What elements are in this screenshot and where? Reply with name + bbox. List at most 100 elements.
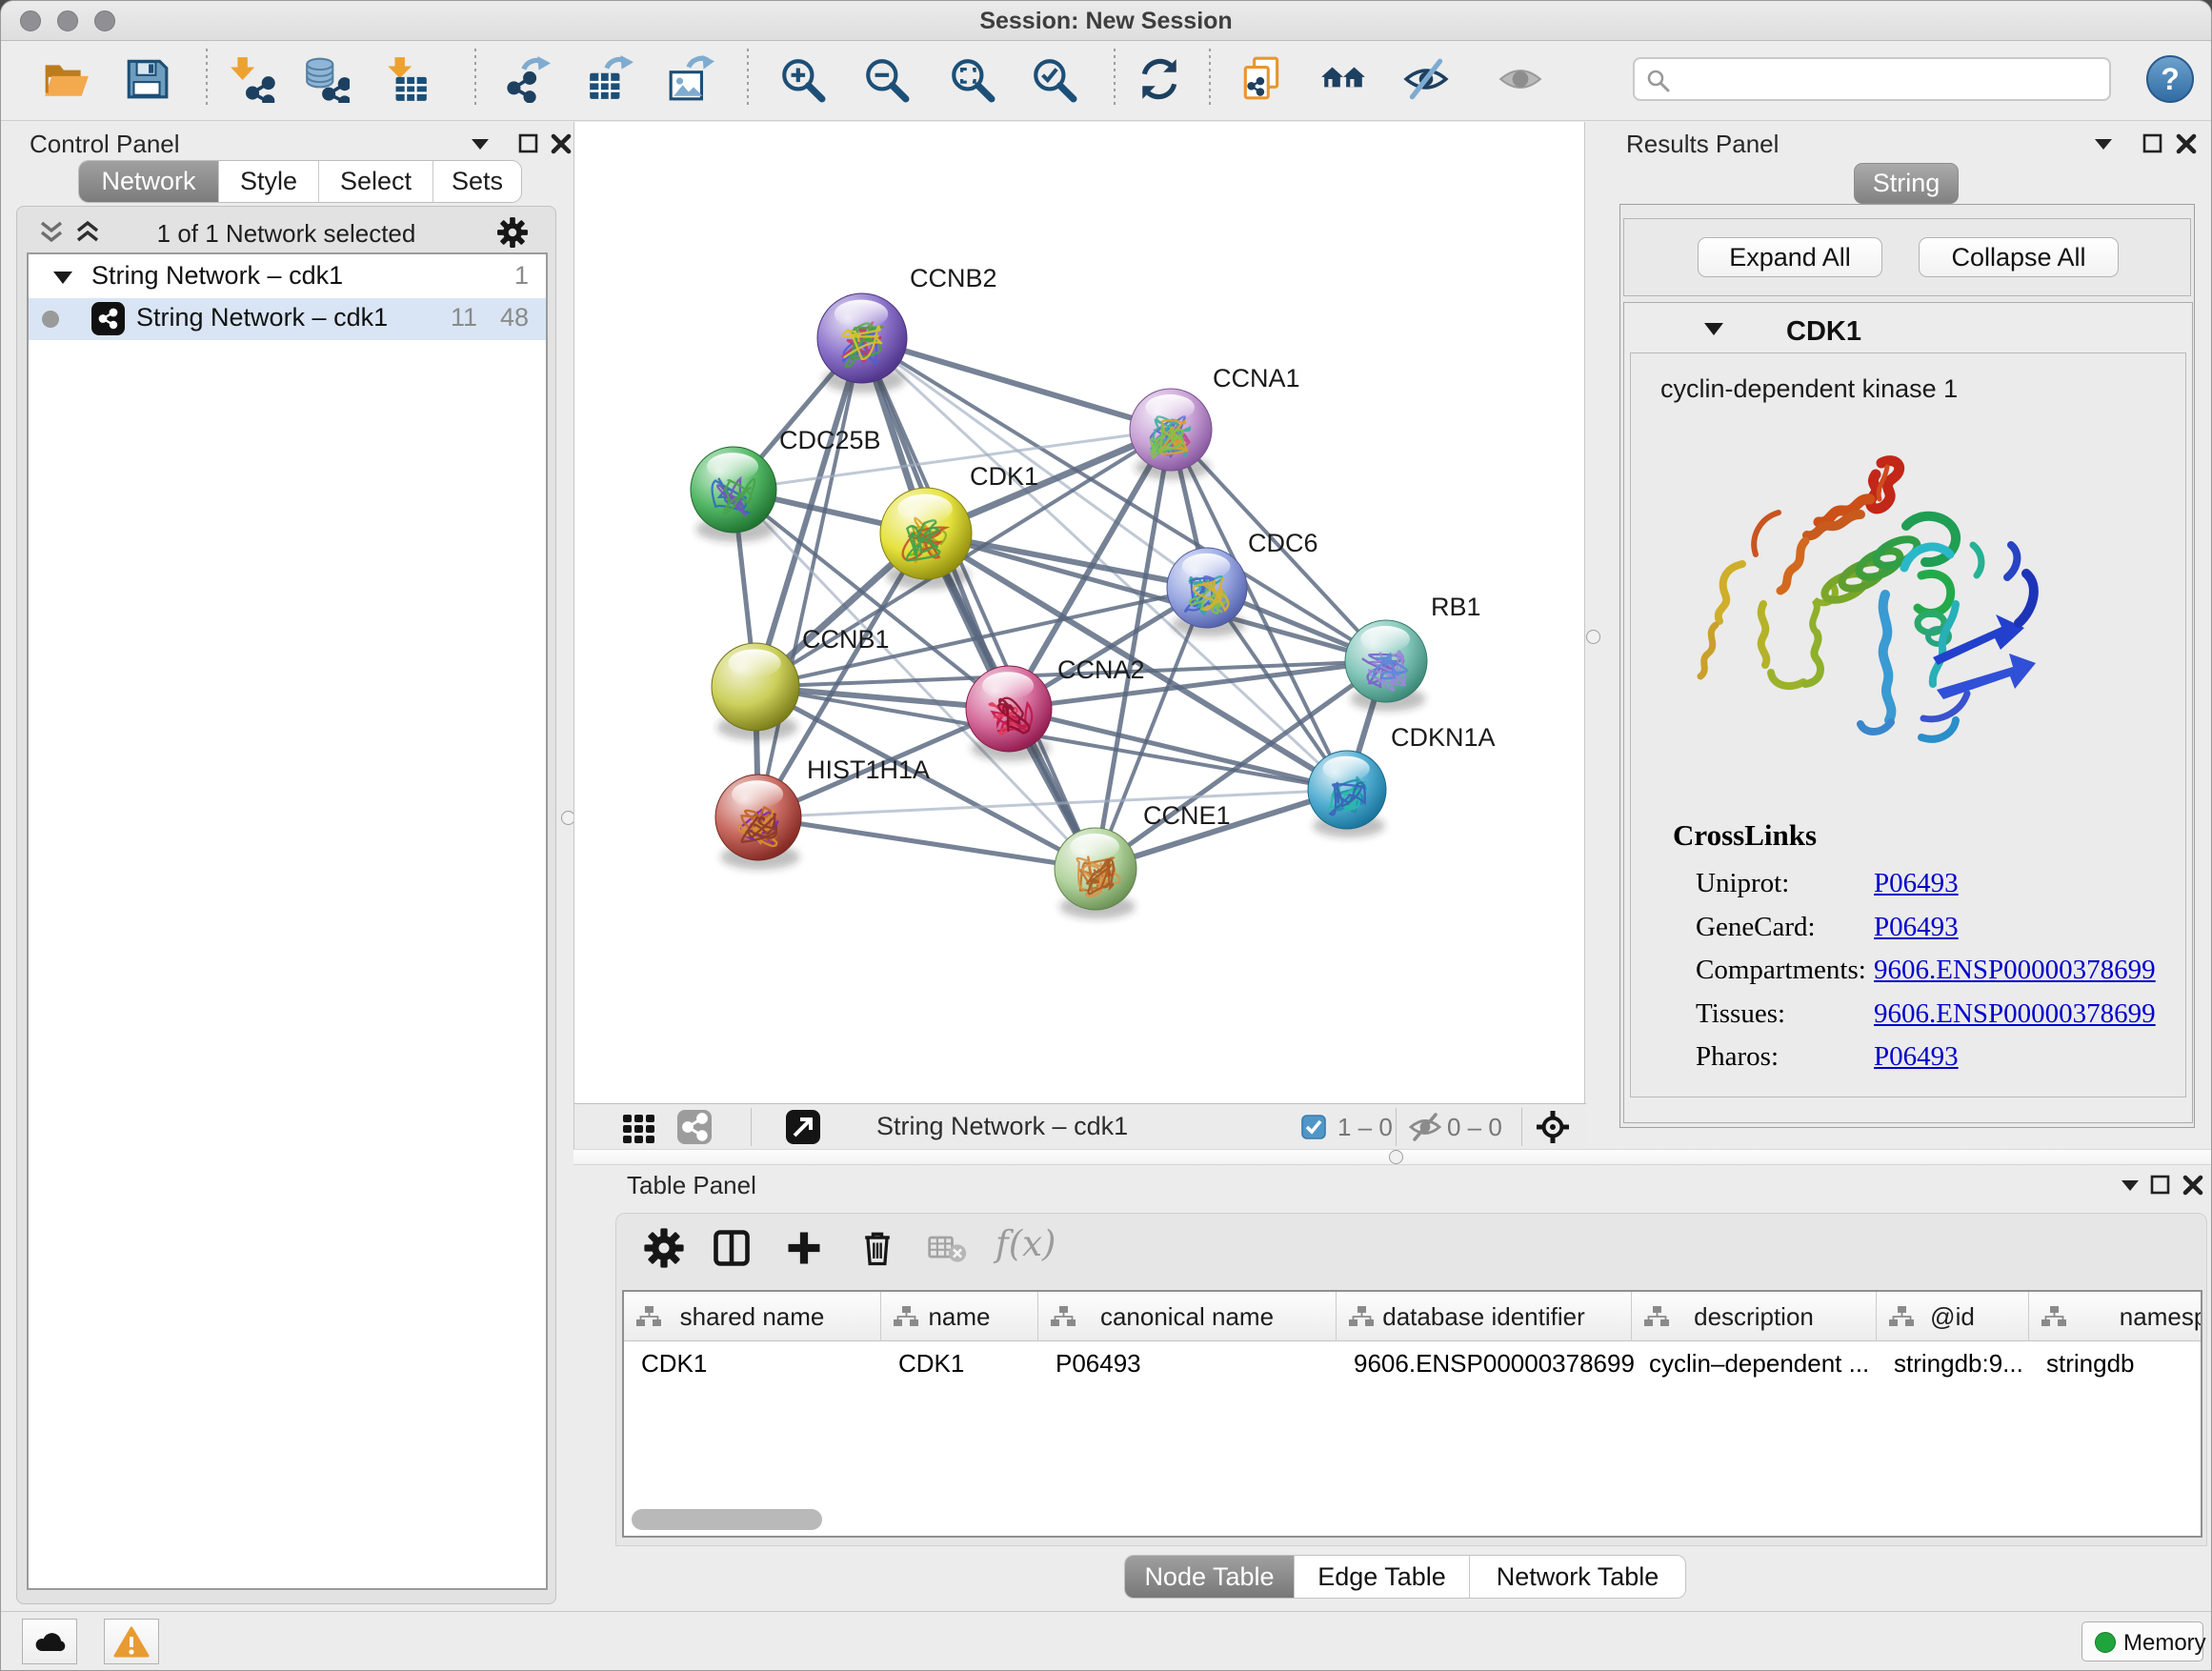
results-panel-close-icon[interactable] xyxy=(2174,131,2199,156)
edge-CCNB2-CCNA1[interactable] xyxy=(862,338,1171,430)
table-cell[interactable]: CDK1 xyxy=(898,1349,1036,1379)
first-neighbors-icon[interactable] xyxy=(1319,55,1367,103)
column-header-shared-name[interactable]: shared name xyxy=(624,1292,881,1341)
selected-checkbox-icon[interactable] xyxy=(1301,1115,1326,1139)
column-header-name[interactable]: name xyxy=(881,1292,1038,1341)
column-header-canonical-name[interactable]: canonical name xyxy=(1038,1292,1337,1341)
crosslink-link[interactable]: P06493 xyxy=(1874,912,1959,943)
gene-section-header[interactable]: CDK1 xyxy=(1624,303,2192,351)
clone-network-icon[interactable] xyxy=(1238,55,1286,103)
grid-view-icon[interactable] xyxy=(621,1109,657,1145)
network-row[interactable]: String Network – cdk1 11 48 xyxy=(29,298,546,340)
import-table-icon[interactable] xyxy=(383,55,431,103)
node-CDC25B[interactable] xyxy=(691,447,776,542)
hide-selected-icon[interactable] xyxy=(1402,55,1450,103)
edge-CCNB2-CCNE1[interactable] xyxy=(862,338,1096,869)
help-icon[interactable]: ? xyxy=(2145,54,2195,104)
column-header--id[interactable]: @id xyxy=(1877,1292,2029,1341)
function-builder-icon[interactable]: f(x) xyxy=(995,1223,1056,1264)
tab-edge-table[interactable]: Edge Table xyxy=(1295,1556,1470,1598)
save-session-icon[interactable] xyxy=(123,55,171,103)
delete-column-icon[interactable] xyxy=(856,1227,898,1269)
column-header-description[interactable]: description xyxy=(1632,1292,1877,1341)
export-network-icon[interactable] xyxy=(504,55,552,103)
tab-network[interactable]: Network xyxy=(79,161,219,202)
table-cell[interactable]: CDK1 xyxy=(641,1349,879,1379)
table-cell[interactable]: stringdb xyxy=(2046,1349,2202,1379)
crosslink-link[interactable]: P06493 xyxy=(1874,868,1959,899)
horizontal-splitter[interactable] xyxy=(573,1149,2212,1165)
zoom-selected-icon[interactable] xyxy=(1030,55,1077,103)
node-CCNE1[interactable] xyxy=(1055,828,1136,918)
control-panel-menu-icon[interactable] xyxy=(468,131,493,156)
node-RB1[interactable] xyxy=(1345,620,1427,711)
export-table-icon[interactable] xyxy=(586,55,633,103)
cloud-button[interactable] xyxy=(22,1619,77,1664)
zoom-in-icon[interactable] xyxy=(778,55,826,103)
tab-select[interactable]: Select xyxy=(319,161,433,202)
control-panel-float-icon[interactable] xyxy=(516,131,541,156)
refresh-icon[interactable] xyxy=(1136,55,1183,103)
open-file-icon[interactable] xyxy=(42,55,90,103)
delete-table-icon[interactable] xyxy=(926,1227,968,1269)
tab-network-table[interactable]: Network Table xyxy=(1470,1556,1685,1598)
network-canvas[interactable]: CCNB2CCNA1CDC25BCDK1CDC6RB1CCNB1CCNA2CDK… xyxy=(574,122,1586,1103)
table-hscrollbar[interactable] xyxy=(632,1509,822,1530)
birds-eye-icon[interactable] xyxy=(1535,1109,1571,1145)
network-view[interactable]: CCNB2CCNA1CDC25BCDK1CDC6RB1CCNB1CCNA2CDK… xyxy=(573,122,1585,1149)
tab-style[interactable]: Style xyxy=(219,161,319,202)
zoom-out-icon[interactable] xyxy=(862,55,910,103)
results-panel-title: Results Panel xyxy=(1626,130,1779,159)
table-cell[interactable]: cyclin–dependent ... xyxy=(1649,1349,1875,1379)
memory-label: Memory xyxy=(2123,1630,2206,1657)
table-panel-float-icon[interactable] xyxy=(2148,1173,2173,1198)
warning-button[interactable] xyxy=(104,1619,159,1664)
table-cell[interactable]: 9606.ENSP00000378699 xyxy=(1354,1349,1630,1379)
import-network-icon[interactable] xyxy=(228,55,275,103)
expand-all-button[interactable]: Expand All xyxy=(1698,237,1882,277)
memory-button[interactable]: Memory xyxy=(2081,1621,2203,1661)
crosslink-link[interactable]: 9606.ENSP00000378699 xyxy=(1874,955,2156,986)
crosslink-link[interactable]: P06493 xyxy=(1874,1041,1959,1073)
results-panel-float-icon[interactable] xyxy=(2141,131,2165,156)
network-collection-row[interactable]: String Network – cdk1 1 xyxy=(29,256,546,298)
zoom-fit-icon[interactable] xyxy=(948,55,995,103)
node-CDK1[interactable] xyxy=(880,488,972,590)
right-splitter-grip[interactable] xyxy=(1586,630,1600,644)
crosslink-link[interactable]: 9606.ENSP00000378699 xyxy=(1874,998,2156,1030)
node-CCNB1[interactable] xyxy=(712,643,799,740)
export-image-icon[interactable] xyxy=(667,55,714,103)
edge-CCNA2-CDKN1A[interactable] xyxy=(1009,709,1347,790)
collapse-all-button[interactable]: Collapse All xyxy=(1919,237,2119,277)
table-cell[interactable]: P06493 xyxy=(1056,1349,1335,1379)
tab-string[interactable]: String xyxy=(1854,163,1959,204)
network-options-gear-icon[interactable] xyxy=(496,216,529,249)
node-CCNA2[interactable] xyxy=(966,666,1052,761)
table-panel-menu-icon[interactable] xyxy=(2118,1173,2142,1198)
search-input[interactable] xyxy=(1679,61,2098,97)
gene-expander-icon[interactable] xyxy=(1702,319,1725,338)
left-splitter[interactable] xyxy=(565,122,573,1611)
collection-expander-icon[interactable] xyxy=(51,267,74,288)
tab-sets[interactable]: Sets xyxy=(433,161,521,202)
results-panel-menu-icon[interactable] xyxy=(2091,131,2116,156)
table-options-gear-icon[interactable] xyxy=(643,1227,685,1269)
horizontal-splitter-grip[interactable] xyxy=(1389,1150,1403,1164)
add-column-icon[interactable] xyxy=(783,1227,825,1269)
show-all-icon[interactable] xyxy=(1497,55,1544,103)
node-CCNB2[interactable] xyxy=(817,293,907,393)
import-network-database-icon[interactable] xyxy=(302,55,350,103)
table-panel-close-icon[interactable] xyxy=(2181,1173,2205,1198)
node-CDC6[interactable] xyxy=(1167,548,1247,636)
column-header-namespace[interactable]: namespace xyxy=(2029,1292,2202,1341)
node-CCNA1[interactable] xyxy=(1130,389,1212,479)
hidden-eye-icon[interactable] xyxy=(1407,1109,1443,1145)
string-badge-icon[interactable] xyxy=(676,1109,713,1145)
column-header-database-identifier[interactable]: database identifier xyxy=(1337,1292,1632,1341)
open-in-new-window-icon[interactable] xyxy=(785,1109,821,1145)
tab-node-table[interactable]: Node Table xyxy=(1125,1556,1295,1598)
node-CDKN1A[interactable] xyxy=(1308,751,1386,837)
table-cell[interactable]: stringdb:9... xyxy=(1894,1349,2027,1379)
show-columns-icon[interactable] xyxy=(711,1227,753,1269)
node-HIST1H1A[interactable] xyxy=(715,775,801,870)
